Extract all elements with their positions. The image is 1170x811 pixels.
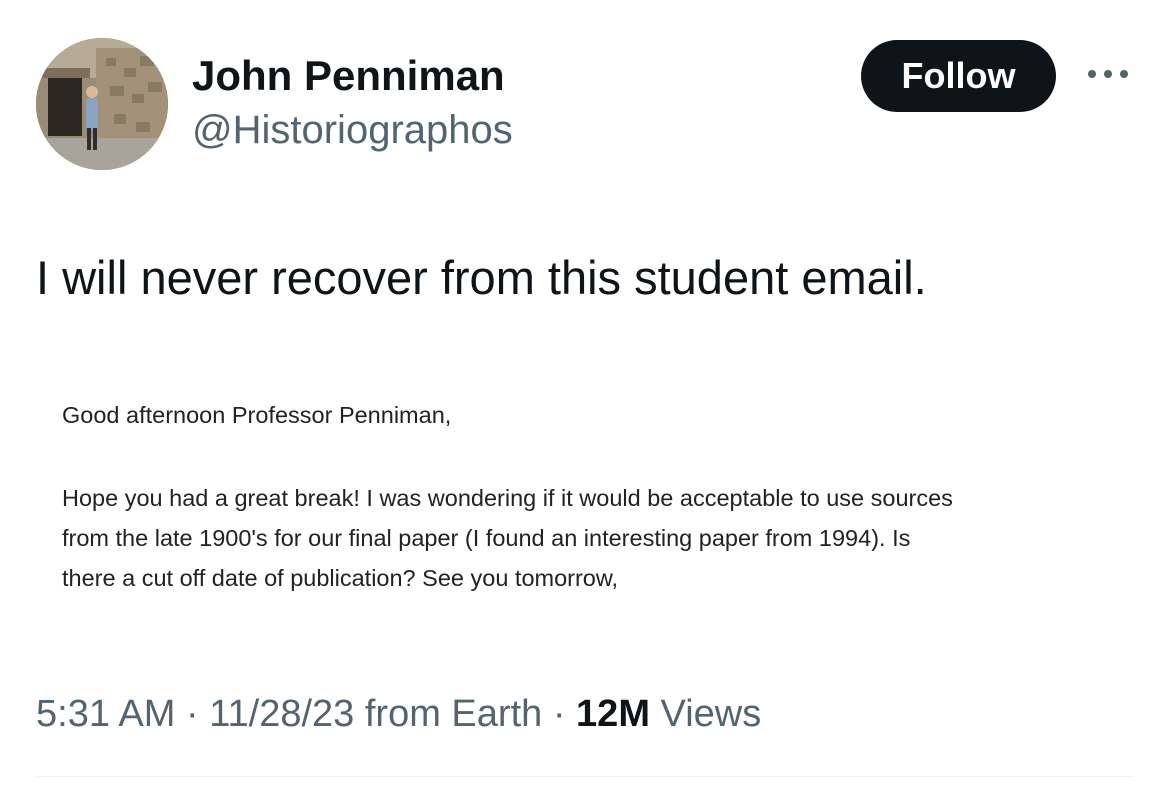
email-greeting: Good afternoon Professor Penniman,	[62, 402, 452, 428]
meta-separator: ·	[185, 693, 199, 735]
attached-email-image[interactable]: Good afternoon Professor Penniman, Hope …	[36, 360, 1134, 630]
views-label: Views	[660, 693, 762, 735]
tweet-time[interactable]: 5:31 AM	[36, 693, 175, 735]
avatar[interactable]	[36, 38, 168, 170]
email-body: Hope you had a great break! I was wonder…	[62, 478, 1142, 598]
tweet-date[interactable]: 11/28/23	[209, 693, 354, 735]
email-body-line: from the late 1900's for our final paper…	[62, 525, 911, 551]
tweet-meta: 5:31 AM · 11/28/23 from Earth · 12M View…	[36, 688, 761, 740]
author-display-name[interactable]: John Penniman	[192, 50, 505, 102]
tweet-text: I will never recover from this student e…	[36, 251, 927, 304]
email-body-line: Hope you had a great break! I was wonder…	[62, 485, 953, 511]
author-handle[interactable]: @Historiographos	[192, 104, 513, 156]
profile-photo-icon	[36, 38, 168, 170]
meta-separator: ·	[552, 693, 566, 735]
divider	[36, 776, 1134, 777]
follow-button[interactable]: Follow	[861, 40, 1056, 112]
tweet-source: from Earth	[364, 693, 543, 735]
email-body-line: there a cut off date of publication? See…	[62, 565, 619, 591]
views-count: 12M	[576, 693, 650, 735]
more-options-icon[interactable]	[1084, 62, 1132, 86]
